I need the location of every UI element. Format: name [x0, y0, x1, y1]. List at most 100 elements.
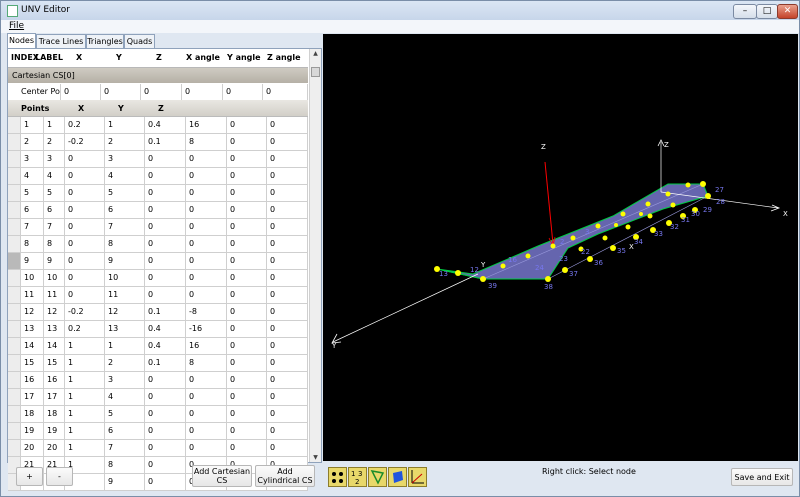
mesh-canvas[interactable]: Z Z X Y Y X 13 12 39 38 37 36 35 34 33 3…: [323, 34, 798, 461]
header-z-angle[interactable]: Z angle: [267, 53, 301, 62]
cell-y[interactable]: 12: [105, 304, 145, 320]
cell-y[interactable]: 6: [105, 202, 145, 218]
cell-y-angle[interactable]: 0: [227, 389, 267, 405]
row-handle[interactable]: [8, 202, 21, 218]
cell-z-angle[interactable]: 0: [267, 117, 308, 133]
header-y[interactable]: Y: [116, 53, 122, 62]
cell-x-angle[interactable]: 8: [186, 355, 227, 371]
cell-x-angle[interactable]: 0: [186, 168, 227, 184]
cell-y-angle[interactable]: 0: [227, 338, 267, 354]
row-handle[interactable]: [8, 423, 21, 439]
cell-index[interactable]: 4: [21, 168, 44, 184]
cell-label[interactable]: 5: [44, 185, 65, 201]
node-point[interactable]: [705, 193, 711, 199]
cell-x-angle[interactable]: 0: [186, 270, 227, 286]
cell-label[interactable]: 6: [44, 202, 65, 218]
cell-z-angle[interactable]: 0: [267, 185, 308, 201]
node-point[interactable]: [685, 182, 691, 188]
table-row[interactable]: 18 18 1 5 0 0 0 0: [8, 406, 308, 423]
cell-x[interactable]: 1: [65, 440, 105, 456]
node-point[interactable]: [525, 253, 531, 259]
node-point[interactable]: [610, 245, 616, 251]
cell-y-angle[interactable]: 0: [227, 372, 267, 388]
cell-x[interactable]: 0: [65, 287, 105, 303]
node-point[interactable]: [700, 181, 706, 187]
row-handle[interactable]: [8, 134, 21, 150]
axes-tool-icon[interactable]: [408, 467, 427, 487]
cell-x[interactable]: 1: [65, 372, 105, 388]
cell-y[interactable]: 7: [105, 440, 145, 456]
cell-z[interactable]: 0.4: [145, 338, 186, 354]
cell-index[interactable]: 6: [21, 202, 44, 218]
cell-z-angle[interactable]: 0: [267, 287, 308, 303]
row-handle[interactable]: [8, 355, 21, 371]
table-row[interactable]: 13 13 0.2 13 0.4 -16 0 0: [8, 321, 308, 338]
table-row[interactable]: 88080000: [8, 236, 308, 253]
cell-y[interactable]: 9: [105, 253, 145, 269]
node-point[interactable]: [500, 263, 506, 269]
cell-x-angle[interactable]: -16: [186, 321, 227, 337]
cell-y[interactable]: 1: [105, 117, 145, 133]
cell-y[interactable]: 1: [105, 338, 145, 354]
cell-x-angle[interactable]: 0: [186, 185, 227, 201]
cell-y-angle[interactable]: 0: [227, 185, 267, 201]
cell-y[interactable]: 7: [105, 219, 145, 235]
add-node-button[interactable]: +: [16, 467, 43, 486]
tab-trace-lines[interactable]: Trace Lines: [36, 34, 86, 48]
cell-z-angle[interactable]: 0: [267, 219, 308, 235]
cell-x-angle[interactable]: 8: [186, 134, 227, 150]
cell-x[interactable]: 0.2: [65, 321, 105, 337]
cell-y-angle[interactable]: 0: [227, 270, 267, 286]
header-z[interactable]: Z: [156, 53, 162, 62]
cell-label[interactable]: 20: [44, 440, 65, 456]
menu-file[interactable]: File: [9, 21, 24, 31]
cell-y[interactable]: 5: [105, 185, 145, 201]
cell-y[interactable]: 9: [105, 474, 145, 490]
cell-label[interactable]: 13: [44, 321, 65, 337]
cell-y-angle[interactable]: 0: [227, 287, 267, 303]
cell-y[interactable]: 10: [105, 270, 145, 286]
3d-viewport[interactable]: Z Z X Y Y X 13 12 39 38 37 36 35 34 33 3…: [323, 34, 798, 461]
cell-y-angle[interactable]: 0: [227, 355, 267, 371]
node-point[interactable]: [455, 270, 461, 276]
maximize-button[interactable]: □: [756, 4, 778, 19]
node-point[interactable]: [614, 223, 618, 227]
cell-y-angle[interactable]: 0: [227, 423, 267, 439]
row-handle[interactable]: [8, 185, 21, 201]
table-row[interactable]: 66060000: [8, 202, 308, 219]
node-point[interactable]: [570, 235, 576, 241]
cell-z-angle[interactable]: 0: [267, 236, 308, 252]
cell-label[interactable]: 3: [44, 151, 65, 167]
numbering-tool-icon[interactable]: 132: [348, 467, 367, 487]
table-row[interactable]: 2 2 -0.2 2 0.1 8 0 0: [8, 134, 308, 151]
cell-x-angle[interactable]: 0: [186, 423, 227, 439]
cell-y[interactable]: 4: [105, 168, 145, 184]
cell-x-angle[interactable]: 16: [186, 338, 227, 354]
cell-z[interactable]: 0.4: [145, 321, 186, 337]
cell-x[interactable]: 1: [65, 406, 105, 422]
center-point-row[interactable]: Center Poin 0 0 0 0 0 0: [8, 84, 308, 101]
cell-z[interactable]: 0: [145, 151, 186, 167]
cell-z[interactable]: 0: [145, 440, 186, 456]
cell-z[interactable]: 0: [145, 219, 186, 235]
cell-y[interactable]: 2: [105, 355, 145, 371]
cell-x[interactable]: 1: [65, 355, 105, 371]
cell-x[interactable]: 0.2: [65, 117, 105, 133]
table-row[interactable]: 19 19 1 6 0 0 0 0: [8, 423, 308, 440]
table-row[interactable]: 16 16 1 3 0 0 0 0: [8, 372, 308, 389]
cell-index[interactable]: 16: [21, 372, 44, 388]
table-row[interactable]: 77070000: [8, 219, 308, 236]
cell-x-angle[interactable]: 0: [186, 406, 227, 422]
cell-z[interactable]: 0.4: [145, 117, 186, 133]
node-point[interactable]: [647, 213, 653, 219]
cell-label[interactable]: 14: [44, 338, 65, 354]
cell-index[interactable]: 9: [21, 253, 44, 269]
row-handle[interactable]: [8, 270, 21, 286]
cell-label[interactable]: 7: [44, 219, 65, 235]
row-handle[interactable]: [8, 440, 21, 456]
cell-x[interactable]: 1: [65, 338, 105, 354]
cell-y[interactable]: 3: [105, 372, 145, 388]
tab-triangles[interactable]: Triangles: [86, 34, 124, 48]
minimize-button[interactable]: –: [733, 4, 757, 19]
cell-z[interactable]: 0: [145, 185, 186, 201]
